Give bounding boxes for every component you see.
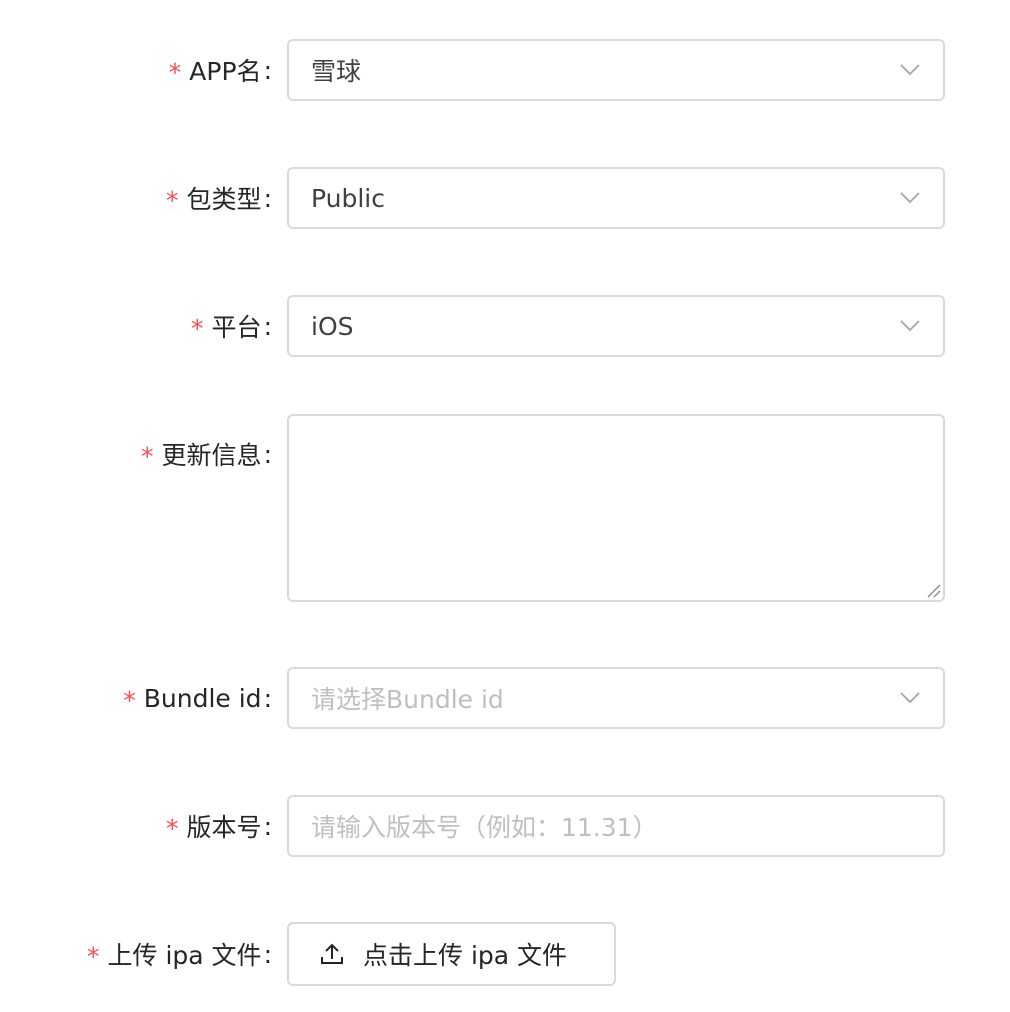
bundle-id-label: * Bundle id : <box>123 667 272 729</box>
required-mark: * <box>168 57 182 87</box>
app-name-select[interactable]: 雪球 <box>287 39 945 101</box>
version-label: * 版本号 : <box>166 795 272 857</box>
chevron-down-icon <box>899 187 921 209</box>
upload-icon <box>319 941 345 967</box>
label-colon: : <box>263 439 272 469</box>
version-label-text: 版本号 <box>186 813 262 842</box>
version-placeholder: 请输入版本号（例如：11.31） <box>311 813 658 842</box>
required-mark: * <box>166 813 179 843</box>
package-type-select[interactable]: Public <box>287 167 945 229</box>
chevron-down-icon <box>899 59 921 81</box>
platform-value: iOS <box>311 311 354 341</box>
label-colon: : <box>263 939 272 969</box>
platform-label: * 平台 : <box>191 295 272 357</box>
app-name-label: * APP名 : <box>169 39 272 101</box>
package-type-label: * 包类型 : <box>166 167 272 229</box>
bundle-id-label-text: Bundle id <box>143 683 262 713</box>
package-type-label-text: 包类型 <box>186 185 262 214</box>
bundle-id-select[interactable]: 请选择Bundle id <box>287 667 945 729</box>
upload-button-label: 点击上传 ipa 文件 <box>363 941 568 970</box>
platform-label-text: 平台 <box>211 313 262 342</box>
label-colon: : <box>263 811 272 841</box>
required-mark: * <box>166 185 179 215</box>
label-colon: : <box>263 183 272 213</box>
upload-label: * 上传 ipa 文件 : <box>87 923 272 985</box>
version-input[interactable]: 请输入版本号（例如：11.31） <box>287 795 945 857</box>
app-name-label-text: APP名 <box>189 57 262 86</box>
chevron-down-icon <box>899 315 921 337</box>
required-mark: * <box>141 441 154 471</box>
app-name-value: 雪球 <box>311 57 362 86</box>
update-info-label-text: 更新信息 <box>161 441 262 470</box>
upload-form: * APP名 : 雪球 * 包类型 : Public * 平台 : iOS * … <box>0 0 1010 1012</box>
required-mark: * <box>87 941 100 971</box>
label-colon: : <box>263 683 272 713</box>
required-mark: * <box>191 313 204 343</box>
label-colon: : <box>263 311 272 341</box>
label-colon: : <box>263 55 272 85</box>
bundle-id-placeholder: 请选择Bundle id <box>311 685 504 714</box>
chevron-down-icon <box>899 687 921 709</box>
upload-ipa-button[interactable]: 点击上传 ipa 文件 <box>287 922 616 986</box>
update-info-label: * 更新信息 : <box>141 423 272 485</box>
resize-grip-icon[interactable] <box>925 582 941 598</box>
package-type-value: Public <box>311 183 385 213</box>
upload-label-text: 上传 ipa 文件 <box>107 941 262 970</box>
required-mark: * <box>123 685 136 715</box>
platform-select[interactable]: iOS <box>287 295 945 357</box>
update-info-textarea[interactable] <box>287 414 945 602</box>
